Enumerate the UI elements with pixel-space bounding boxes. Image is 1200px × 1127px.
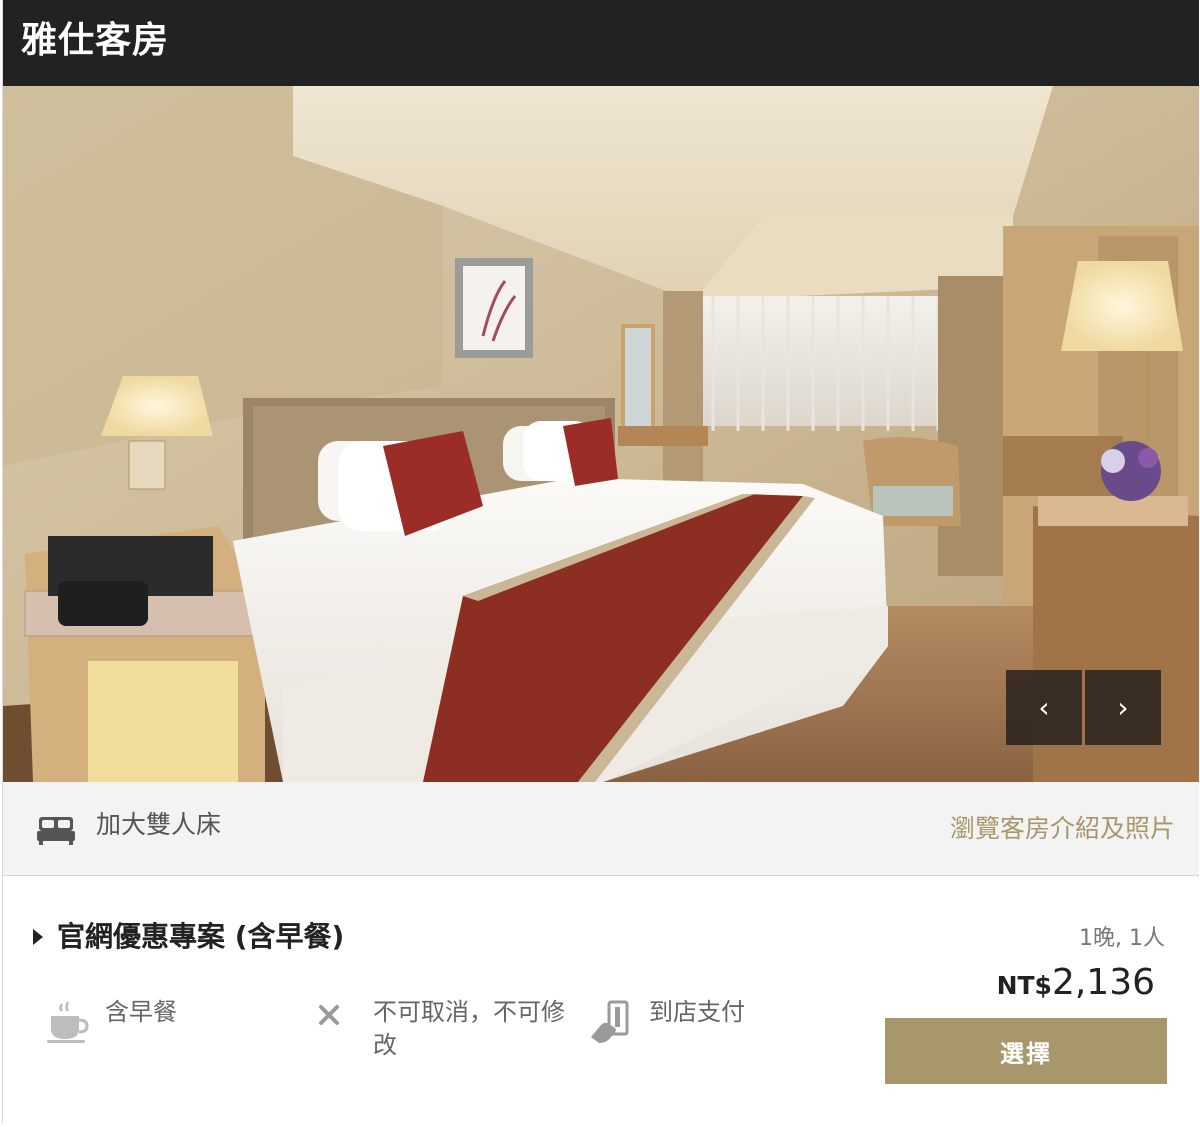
bed-type-label: 加大雙人床 bbox=[96, 810, 222, 839]
feature-cancellation: 不可取消，不可修改 bbox=[313, 998, 583, 1062]
caret-right-icon bbox=[33, 929, 43, 945]
feature-cancellation-text: 不可取消，不可修改 bbox=[373, 998, 565, 1059]
next-photo-button[interactable]: › bbox=[1085, 670, 1161, 745]
payment-card-icon bbox=[591, 1000, 629, 1043]
chevron-left-icon: ‹ bbox=[1038, 691, 1050, 724]
stay-info: 1晚, 1人 bbox=[1079, 926, 1165, 951]
feature-payment: 到店支付 bbox=[589, 998, 745, 1045]
feature-payment-text: 到店支付 bbox=[649, 998, 745, 1026]
bed-icon bbox=[37, 817, 75, 845]
feature-breakfast: 含早餐 bbox=[45, 998, 177, 1045]
rate-plan-title: 官網優惠專案 (含早餐) bbox=[57, 920, 345, 953]
rate-plan: 官網優惠專案 (含早餐) 含早餐 不可取消，不可修改 到店支付 1晚, 1人 N… bbox=[3, 877, 1199, 1124]
feature-breakfast-text: 含早餐 bbox=[105, 998, 177, 1026]
previous-photo-button[interactable]: ‹ bbox=[1006, 670, 1082, 745]
room-card: 雅仕客房 ‹ › 加大雙人床 瀏覽客房介紹及照片 官網優惠專案 (含早餐) 含早… bbox=[2, 0, 1199, 1124]
select-button[interactable]: 選擇 bbox=[885, 1018, 1167, 1084]
cross-icon bbox=[319, 1005, 339, 1025]
chevron-right-icon: › bbox=[1117, 691, 1129, 724]
price-currency: NT$ bbox=[996, 971, 1052, 1000]
price: NT$2,136 bbox=[997, 961, 1155, 1011]
browse-room-details-link[interactable]: 瀏覽客房介紹及照片 bbox=[950, 813, 1175, 845]
coffee-cup-icon bbox=[47, 1001, 89, 1043]
bed-info-row: 加大雙人床 瀏覽客房介紹及照片 bbox=[3, 782, 1199, 876]
room-header: 雅仕客房 bbox=[3, 0, 1199, 86]
price-amount: 2,136 bbox=[1051, 962, 1155, 1003]
room-title: 雅仕客房 bbox=[21, 20, 170, 61]
rate-plan-toggle[interactable]: 官網優惠專案 (含早餐) bbox=[33, 919, 344, 955]
